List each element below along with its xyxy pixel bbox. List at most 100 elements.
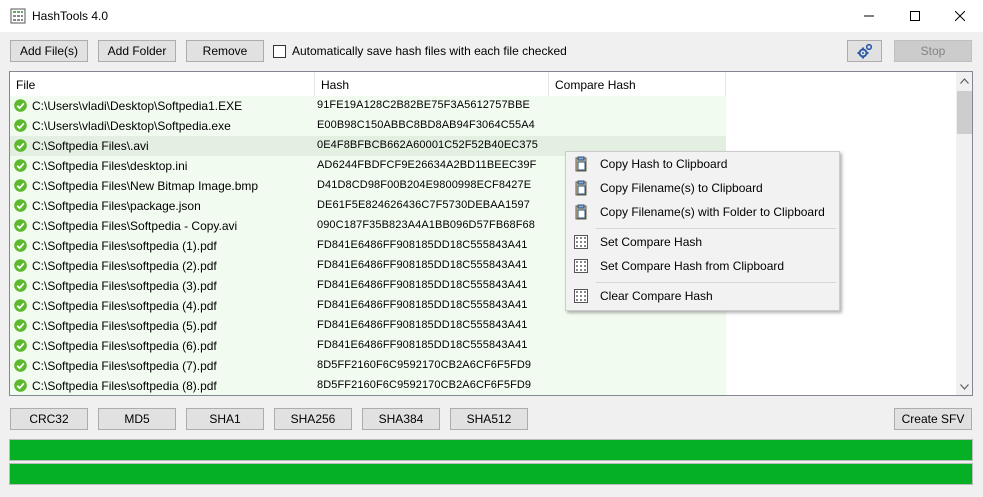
total-progress-bar (9, 463, 973, 485)
table-row[interactable]: C:\Users\vladi\Desktop\Softpedia.exe E00B… (10, 116, 726, 136)
hash-grid-icon (573, 258, 589, 274)
menu-item-copy-filenames-folder[interactable]: Copy Filename(s) with Folder to Clipboar… (568, 201, 837, 223)
file-path-cell: C:\Softpedia Files\softpedia (1).pdf (32, 239, 217, 253)
auto-save-label: Automatically save hash files with each … (292, 44, 567, 58)
table-row[interactable]: C:\Softpedia Files\softpedia (8).pdf 8D5F… (10, 376, 726, 395)
file-progress-fill (10, 440, 972, 460)
hash-cell: 8D5FF2160F6C9592170CB2A6CF6F5FD9 (317, 359, 532, 371)
menu-item-set-compare-hash[interactable]: Set Compare Hash (568, 231, 837, 253)
file-path-cell: C:\Users\vladi\Desktop\Softpedia1.EXE (32, 99, 243, 113)
sha256-button[interactable]: SHA256 (274, 408, 352, 430)
maximize-button[interactable] (892, 0, 938, 32)
file-path-cell: C:\Users\vladi\Desktop\Softpedia.exe (32, 119, 231, 133)
file-path-cell: C:\Softpedia Files\softpedia (3).pdf (32, 279, 217, 293)
hash-grid-icon (573, 288, 589, 304)
add-files-button[interactable]: Add File(s) (10, 40, 88, 62)
remove-button[interactable]: Remove (186, 40, 264, 62)
context-menu: Copy Hash to Clipboard Copy Filename(s) … (565, 151, 840, 311)
compare-hash-cell (549, 316, 726, 336)
check-icon (14, 319, 27, 332)
column-header-file[interactable]: File (10, 72, 315, 96)
file-path-cell: C:\Softpedia Files\softpedia (5).pdf (32, 319, 217, 333)
hash-cell: D41D8CD98F00B204E9800998ECF8427E (317, 179, 532, 191)
vertical-scrollbar[interactable] (956, 72, 972, 395)
sha1-button[interactable]: SHA1 (186, 408, 264, 430)
hash-cell: FD841E6486FF908185DD18C555843A41 (317, 299, 528, 311)
check-icon (14, 359, 27, 372)
scrollbar-thumb[interactable] (957, 91, 972, 134)
hash-grid-icon (573, 234, 589, 250)
menu-item-label: Clear Compare Hash (600, 289, 713, 303)
check-icon (14, 219, 27, 232)
menu-item-label: Copy Filename(s) with Folder to Clipboar… (600, 205, 825, 219)
file-path-cell: C:\Softpedia Files\package.json (32, 199, 201, 213)
close-button[interactable] (937, 0, 983, 32)
column-header-compare-hash[interactable]: Compare Hash (549, 72, 726, 96)
file-path-cell: C:\Softpedia Files\softpedia (6).pdf (32, 339, 217, 353)
hashtools-app-icon (10, 8, 26, 24)
file-path-cell: C:\Softpedia Files\New Bitmap Image.bmp (32, 179, 259, 193)
compare-hash-cell (549, 96, 726, 116)
hash-cell: E00B98C150ABBC8BD8AB94F3064C55A4 (317, 119, 535, 131)
add-folder-button[interactable]: Add Folder (98, 40, 176, 62)
compare-hash-cell (549, 116, 726, 136)
clipboard-icon (573, 180, 589, 196)
compare-hash-cell (549, 376, 726, 395)
hash-cell: 91FE19A128C2B82BE75F3A5612757BBE (317, 99, 530, 111)
check-icon (14, 119, 27, 132)
menu-item-label: Copy Filename(s) to Clipboard (600, 181, 763, 195)
crc32-button[interactable]: CRC32 (10, 408, 88, 430)
hash-cell: FD841E6486FF908185DD18C555843A41 (317, 239, 528, 251)
hash-cell: FD841E6486FF908185DD18C555843A41 (317, 259, 528, 271)
title-bar: HashTools 4.0 (0, 0, 983, 32)
hash-cell: FD841E6486FF908185DD18C555843A41 (317, 319, 528, 331)
scroll-down-button[interactable] (956, 378, 972, 395)
create-sfv-button[interactable]: Create SFV (894, 408, 972, 430)
settings-button[interactable] (847, 40, 882, 62)
file-path-cell: C:\Softpedia Files\softpedia (2).pdf (32, 259, 217, 273)
menu-item-label: Copy Hash to Clipboard (600, 157, 728, 171)
menu-item-set-compare-hash-clipboard[interactable]: Set Compare Hash from Clipboard (568, 255, 837, 277)
menu-separator (596, 282, 836, 283)
list-header: File Hash Compare Hash (10, 72, 956, 96)
scroll-up-button[interactable] (956, 72, 972, 89)
file-path-cell: C:\Softpedia Files\softpedia (8).pdf (32, 379, 217, 393)
minimize-button[interactable] (846, 0, 892, 32)
column-header-hash[interactable]: Hash (315, 72, 549, 96)
menu-item-label: Set Compare Hash (600, 235, 703, 249)
stop-button[interactable]: Stop (894, 40, 972, 62)
check-icon (14, 259, 27, 272)
menu-item-copy-hash[interactable]: Copy Hash to Clipboard (568, 153, 837, 175)
table-row[interactable]: C:\Softpedia Files\softpedia (6).pdf FD84… (10, 336, 726, 356)
file-path-cell: C:\Softpedia Files\desktop.ini (32, 159, 188, 173)
menu-item-clear-compare-hash[interactable]: Clear Compare Hash (568, 285, 837, 307)
md5-button[interactable]: MD5 (98, 408, 176, 430)
check-icon (14, 179, 27, 192)
check-icon (14, 99, 27, 112)
menu-item-copy-filenames[interactable]: Copy Filename(s) to Clipboard (568, 177, 837, 199)
check-icon (14, 199, 27, 212)
sha384-button[interactable]: SHA384 (362, 408, 440, 430)
auto-save-checkbox[interactable] (273, 44, 286, 58)
compare-hash-cell (549, 356, 726, 376)
auto-save-option[interactable]: Automatically save hash files with each … (273, 44, 567, 58)
table-row[interactable]: C:\Users\vladi\Desktop\Softpedia1.EXE 91F… (10, 96, 726, 116)
gear-icon (857, 43, 872, 59)
sha512-button[interactable]: SHA512 (450, 408, 528, 430)
check-icon (14, 379, 27, 392)
check-icon (14, 159, 27, 172)
file-path-cell: C:\Softpedia Files\softpedia (7).pdf (32, 359, 217, 373)
clipboard-icon (573, 156, 589, 172)
hash-cell: 0E4F8BFBCB662A60001C52F52B40EC375 (317, 139, 539, 151)
hash-cell: AD6244FBDFCF9E26634A2BD11BEEC39F (317, 159, 537, 171)
check-icon (14, 239, 27, 252)
hash-cell: FD841E6486FF908185DD18C555843A41 (317, 279, 528, 291)
menu-separator (596, 228, 836, 229)
clipboard-icon (573, 204, 589, 220)
file-progress-bar (9, 439, 973, 461)
menu-item-label: Set Compare Hash from Clipboard (600, 259, 785, 273)
minimize-icon (864, 15, 874, 17)
table-row[interactable]: C:\Softpedia Files\softpedia (5).pdf FD84… (10, 316, 726, 336)
table-row[interactable]: C:\Softpedia Files\softpedia (7).pdf 8D5F… (10, 356, 726, 376)
window-title: HashTools 4.0 (32, 9, 109, 23)
